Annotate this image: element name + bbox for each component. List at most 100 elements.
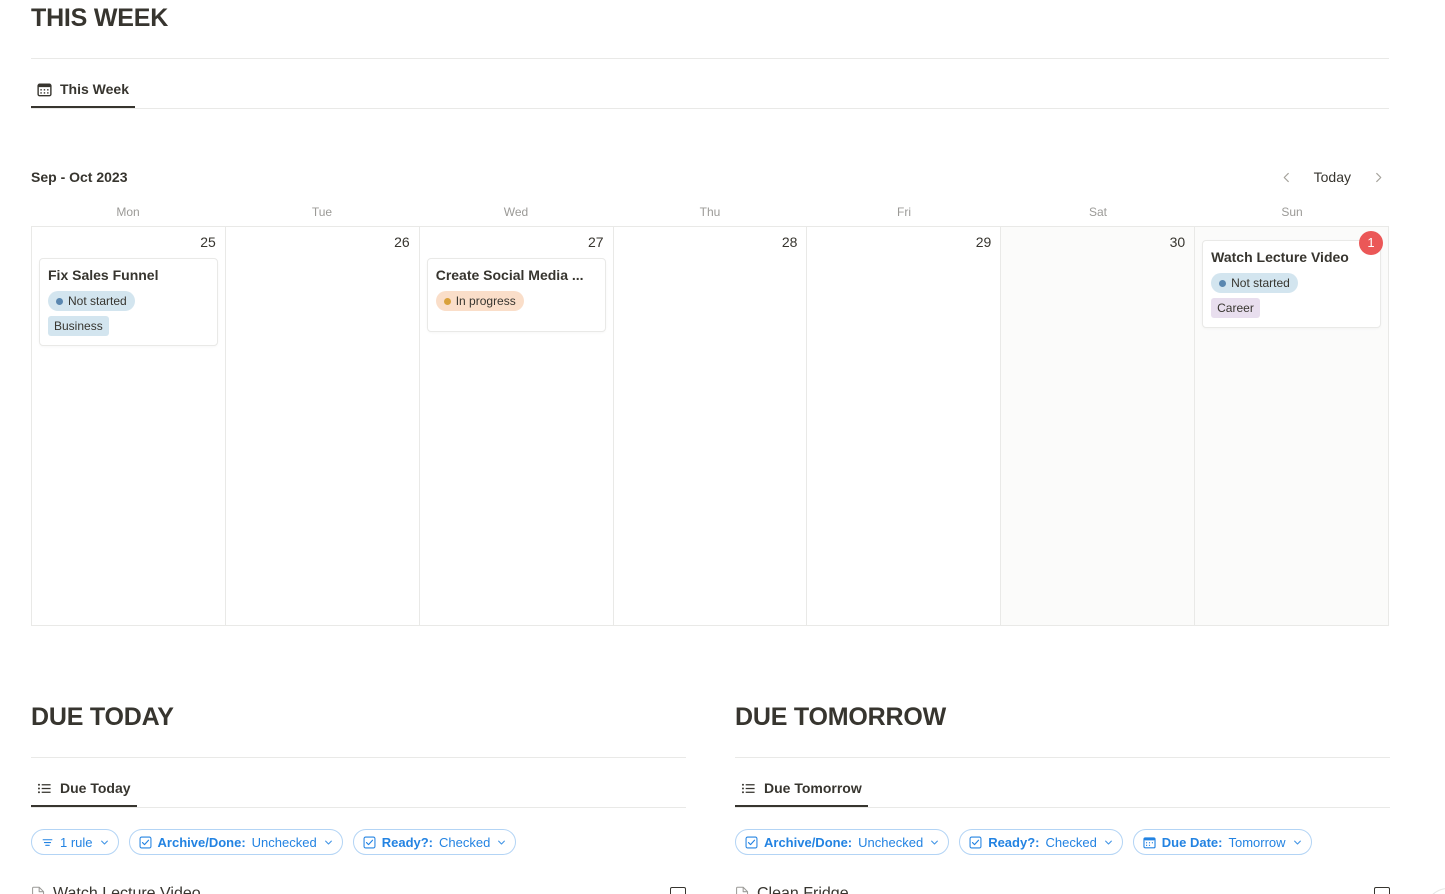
filter-rules-icon bbox=[41, 836, 54, 849]
status-dot-icon bbox=[56, 297, 63, 305]
due-today-heading: DUE TODAY bbox=[31, 703, 174, 731]
chevron-down-icon bbox=[324, 838, 333, 847]
divider bbox=[735, 757, 1390, 758]
due-tomorrow-rows: Clean Fridge bbox=[735, 876, 1390, 894]
category-tag: Career bbox=[1211, 298, 1260, 318]
event-tag-row: Business bbox=[48, 316, 209, 336]
tab-due-tomorrow[interactable]: Due Tomorrow bbox=[735, 780, 868, 807]
chevron-down-icon bbox=[930, 838, 939, 847]
calendar-day-cell[interactable]: 1 Watch Lecture Video Not started Career bbox=[1195, 227, 1389, 626]
status-label: Not started bbox=[68, 294, 127, 308]
filter-pill[interactable]: Archive/Done: Unchecked bbox=[128, 829, 343, 855]
list-item-title[interactable]: Watch Lecture Video bbox=[53, 883, 201, 894]
calendar-icon bbox=[1143, 836, 1156, 849]
weekday-header: Fri bbox=[897, 205, 911, 219]
day-number: 28 bbox=[781, 234, 798, 250]
weekday-header: Mon bbox=[116, 205, 140, 219]
today-date-badge: 1 bbox=[1359, 231, 1383, 255]
calendar-icon bbox=[37, 82, 52, 97]
weekday-header: Sun bbox=[1281, 205, 1303, 219]
calendar-day-cell[interactable]: 26 bbox=[225, 227, 420, 626]
divider bbox=[31, 58, 1389, 59]
checkbox-icon bbox=[969, 836, 982, 849]
page-icon bbox=[31, 886, 53, 894]
chevron-down-icon bbox=[1293, 838, 1302, 847]
calendar-header: Sep - Oct 2023 Today bbox=[31, 166, 1389, 188]
day-number: 30 bbox=[1169, 234, 1186, 250]
list-item[interactable]: Watch Lecture Video bbox=[31, 876, 686, 894]
filter-value: 1 rule bbox=[60, 834, 93, 850]
page-icon bbox=[735, 886, 757, 894]
this-week-tabbar: This Week bbox=[31, 72, 1389, 108]
filter-value: Checked bbox=[1045, 834, 1097, 850]
filter-pill[interactable]: 1 rule bbox=[31, 829, 119, 855]
chevron-down-icon bbox=[100, 838, 109, 847]
filter-pill[interactable]: Ready?: Checked bbox=[352, 829, 517, 855]
done-checkbox[interactable] bbox=[1374, 886, 1390, 894]
today-button[interactable]: Today bbox=[1310, 167, 1355, 187]
checkbox-icon bbox=[745, 836, 758, 849]
calendar-event-card[interactable]: Create Social Media ... In progress bbox=[426, 258, 606, 332]
due-today-rows: Watch Lecture Video bbox=[31, 876, 686, 894]
chevron-down-icon bbox=[1104, 838, 1113, 847]
tab-label: This Week bbox=[60, 81, 129, 97]
calendar-day-cell[interactable]: 29 bbox=[807, 227, 1002, 626]
filter-pill[interactable]: Archive/Done: Unchecked bbox=[735, 829, 950, 855]
checkbox-icon bbox=[363, 836, 376, 849]
tab-this-week[interactable]: This Week bbox=[31, 81, 135, 108]
status-dot-icon bbox=[1219, 279, 1227, 287]
tab-label: Due Today bbox=[60, 780, 131, 796]
status-label: Not started bbox=[1231, 276, 1290, 290]
day-number: 26 bbox=[394, 234, 410, 250]
calendar-grid: 25 Fix Sales Funnel Not started Business 26 2… bbox=[31, 226, 1389, 626]
due-tomorrow-section: DUE TOMORROW Due Tomorrow Archive/Done: … bbox=[735, 703, 1445, 894]
weekday-header-row: Mon Tue Wed Thu Fri Sat Sun bbox=[31, 205, 1389, 226]
due-today-tabbar: Due Today bbox=[31, 771, 686, 807]
due-tomorrow-tabbar: Due Tomorrow bbox=[735, 771, 1390, 807]
event-status-row: Not started bbox=[1211, 273, 1372, 293]
filter-value: Checked bbox=[439, 834, 491, 850]
tab-due-today[interactable]: Due Today bbox=[31, 780, 137, 807]
event-title: Create Social Media ... bbox=[435, 267, 584, 283]
dashboard-page: THIS WEEK This Week Sep - Oct 2023 Today… bbox=[0, 0, 1445, 894]
tabbar-underline bbox=[31, 807, 686, 808]
chevron-right-icon[interactable] bbox=[1367, 166, 1389, 188]
calendar-day-cell[interactable]: 25 Fix Sales Funnel Not started Business bbox=[32, 227, 226, 626]
event-status-row: Not started bbox=[48, 291, 209, 311]
done-checkbox[interactable] bbox=[670, 886, 686, 894]
weekday-header: Sat bbox=[1088, 205, 1107, 219]
calendar-event-card[interactable]: Watch Lecture Video Not started Career bbox=[1202, 240, 1381, 328]
calendar-day-cell[interactable]: 30 bbox=[1001, 227, 1196, 626]
list-item-title[interactable]: Clean Fridge bbox=[757, 883, 849, 894]
filter-property-name: Ready?: bbox=[381, 834, 434, 850]
event-tag-row: Career bbox=[1211, 298, 1372, 318]
filter-property-name: Due Date: bbox=[1161, 834, 1223, 850]
list-item[interactable]: Clean Fridge bbox=[735, 876, 1390, 894]
filter-pill[interactable]: Due Date: Tomorrow bbox=[1132, 829, 1312, 855]
calendar-day-cell[interactable]: 28 bbox=[613, 227, 808, 626]
weekday-header: Thu bbox=[699, 205, 721, 219]
day-number: 29 bbox=[975, 234, 992, 250]
day-number: 27 bbox=[587, 234, 604, 250]
tabbar-underline bbox=[31, 108, 1389, 109]
filter-property-name: Archive/Done: bbox=[764, 834, 853, 850]
calendar-event-card[interactable]: Fix Sales Funnel Not started Business bbox=[39, 258, 218, 346]
filter-value: Tomorrow bbox=[1228, 834, 1286, 850]
floating-help-button[interactable] bbox=[1425, 888, 1445, 894]
filter-value: Unchecked bbox=[251, 834, 317, 850]
due-today-filters: 1 rule Archive/Done: Unchecked Ready?: Check… bbox=[31, 829, 686, 855]
filter-pill[interactable]: Ready?: Checked bbox=[959, 829, 1123, 855]
event-status-row: In progress bbox=[435, 291, 597, 311]
status-dot-icon bbox=[443, 297, 451, 305]
chevron-down-icon bbox=[497, 838, 506, 847]
calendar-day-cell[interactable]: 27 Create Social Media ... In progress bbox=[419, 227, 614, 626]
due-today-section: DUE TODAY Due Today 1 rule Archive/Done:… bbox=[31, 703, 686, 894]
chevron-left-icon[interactable] bbox=[1276, 166, 1298, 188]
due-tomorrow-filters: Archive/Done: Unchecked Ready?: Checked Due … bbox=[735, 829, 1390, 855]
status-badge: In progress bbox=[435, 291, 524, 311]
calendar-month-label: Sep - Oct 2023 bbox=[31, 169, 128, 185]
this-week-section: THIS WEEK This Week Sep - Oct 2023 Today… bbox=[31, 0, 1389, 626]
status-badge: Not started bbox=[1211, 273, 1298, 293]
filter-value: Unchecked bbox=[858, 834, 924, 850]
due-tomorrow-heading: DUE TOMORROW bbox=[735, 703, 947, 731]
